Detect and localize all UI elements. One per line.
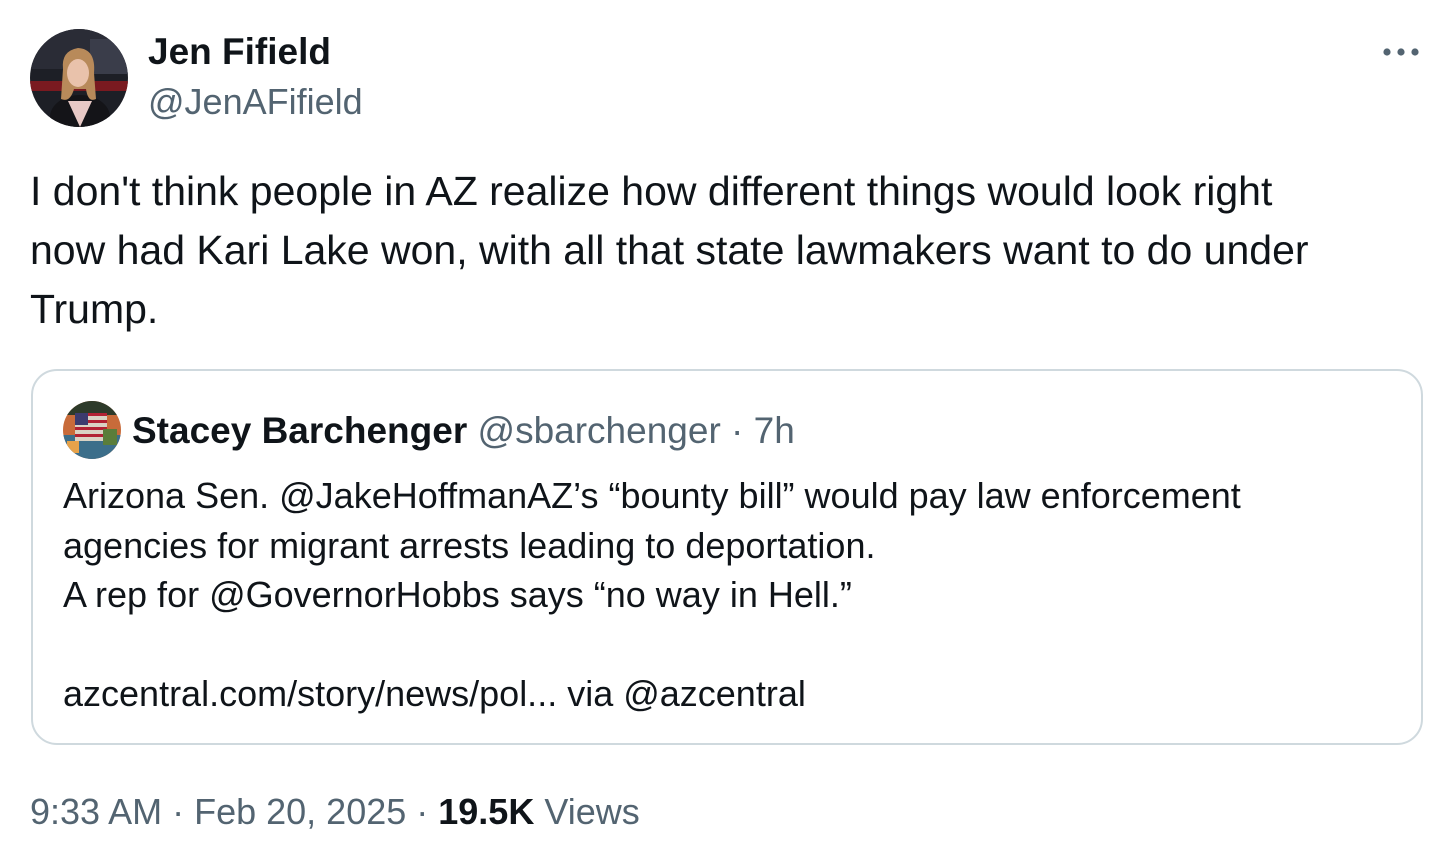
author-avatar[interactable] bbox=[30, 29, 128, 127]
tweet-text: I don't think people in AZ realize how d… bbox=[30, 168, 1309, 332]
quote-separator: · bbox=[720, 410, 754, 451]
meta-separator: · bbox=[162, 791, 195, 832]
quote-timestamp[interactable]: 7h bbox=[754, 410, 795, 451]
views-label: Views bbox=[544, 791, 640, 832]
tweet-time[interactable]: 9:33 AM bbox=[30, 791, 162, 832]
author-handle[interactable]: @JenAFifield bbox=[148, 80, 363, 124]
quote-text: Arizona Sen. @JakeHoffmanAZ’s “bounty bi… bbox=[63, 475, 1241, 714]
quoted-tweet-card[interactable]: Stacey Barchenger @sbarchenger · 7h Ariz… bbox=[31, 369, 1423, 745]
quote-avatar-image bbox=[63, 401, 121, 459]
meta-separator-2: · bbox=[406, 791, 439, 832]
quote-header: Stacey Barchenger @sbarchenger · 7h bbox=[132, 409, 795, 453]
tweet-date[interactable]: Feb 20, 2025 bbox=[194, 791, 406, 832]
quote-author-avatar[interactable] bbox=[63, 401, 121, 459]
quote-author-name[interactable]: Stacey Barchenger bbox=[132, 410, 467, 451]
author-avatar-image bbox=[30, 29, 128, 127]
more-horizontal-icon[interactable] bbox=[1378, 36, 1424, 68]
author-name[interactable]: Jen Fifield bbox=[148, 30, 331, 74]
tweet-meta: 9:33 AM · Feb 20, 2025 · 19.5K Views bbox=[30, 790, 640, 834]
views-count: 19.5K bbox=[438, 791, 535, 832]
quote-author-handle[interactable]: @sbarchenger bbox=[478, 410, 721, 451]
